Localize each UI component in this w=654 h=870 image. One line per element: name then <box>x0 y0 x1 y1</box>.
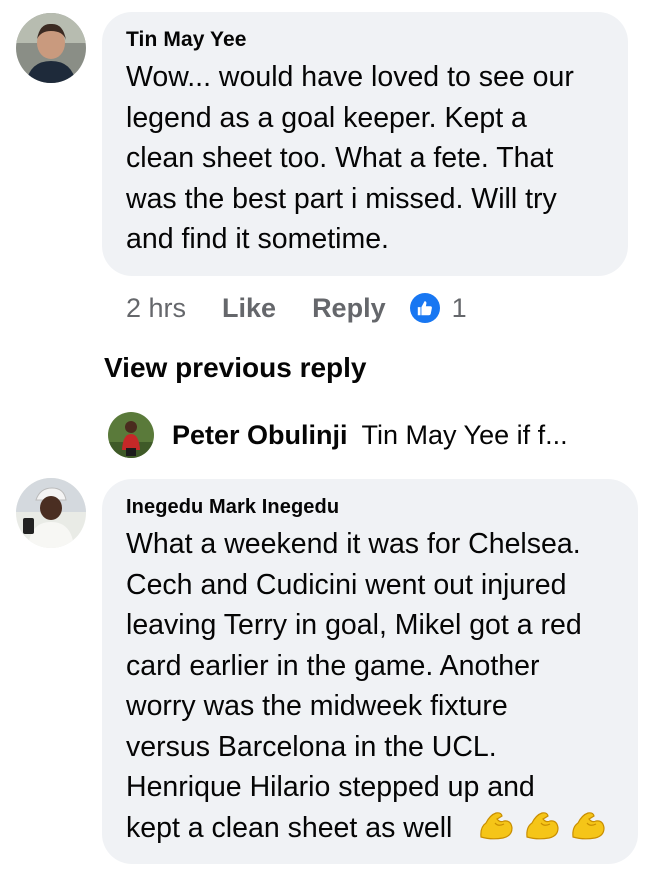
comment-timestamp[interactable]: 2 hrs <box>126 293 186 324</box>
comment-line: card earlier in the game. Another <box>126 649 540 682</box>
thumbs-up-icon <box>409 293 440 323</box>
reaction-summary[interactable]: 1 <box>409 292 467 324</box>
comment-bubble-1: Tin May Yee Wow... would have loved to s… <box>102 12 628 276</box>
reply-snippet: Tin May Yee if f... <box>361 419 568 450</box>
comment-line: Henrique Hilario stepped up and <box>126 771 535 803</box>
avatar-tin-may-yee[interactable] <box>16 13 86 83</box>
comment-line-text: kept a clean sheet as well <box>126 811 453 844</box>
flexed-biceps-emoji <box>480 811 513 839</box>
avatar-photo <box>16 478 86 548</box>
avatar-peter-obulinji[interactable] <box>108 412 154 458</box>
comment-line: versus Barcelona in the UCL. <box>126 730 497 763</box>
comment-author[interactable]: Inegedu Mark Inegedu <box>126 496 339 519</box>
comment-line: Cech and Cudicini went out injured <box>126 568 567 601</box>
avatar-photo <box>108 412 154 458</box>
like-button[interactable]: Like <box>222 293 276 324</box>
avatar-inegedu-mark-inegedu[interactable] <box>16 478 86 548</box>
reply-author[interactable]: Peter Obulinji <box>172 420 348 451</box>
comment-line: and find it sometime. <box>126 223 389 255</box>
avatar-photo <box>16 13 86 83</box>
comment-line: Wow... would have loved to see our <box>126 61 574 93</box>
comment-text: What a weekend it was for Chelsea. Cech … <box>126 524 636 848</box>
view-previous-reply-link[interactable]: View previous reply <box>104 352 367 384</box>
flexed-biceps-emoji <box>572 811 605 839</box>
comment-actions: 2 hrs Like Reply 1 <box>126 288 467 328</box>
comment-line: legend as a goal keeper. Kept a <box>126 101 527 134</box>
comment-author[interactable]: Tin May Yee <box>126 28 247 52</box>
reply-preview[interactable]: Peter Obulinji Tin May Yee if f... <box>108 412 568 458</box>
reaction-count: 1 <box>451 292 467 323</box>
comment-text: Wow... would have loved to see our legen… <box>126 57 626 260</box>
comment-line: was the best part i missed. Will try <box>126 182 557 215</box>
reply-button[interactable]: Reply <box>312 293 386 324</box>
comment-line: leaving Terry in goal, Mikel got a red <box>126 609 582 641</box>
comment-line: worry was the midweek fixture <box>126 690 508 722</box>
comment-bubble-2: Inegedu Mark Inegedu What a weekend it w… <box>102 479 638 864</box>
flexed-biceps-emoji <box>526 811 559 839</box>
comment-line: kept a clean sheet as well <box>126 808 636 849</box>
comment-line: What a weekend it was for Chelsea. <box>126 528 581 560</box>
comment-line: clean sheet too. What a fete. That <box>126 142 554 174</box>
